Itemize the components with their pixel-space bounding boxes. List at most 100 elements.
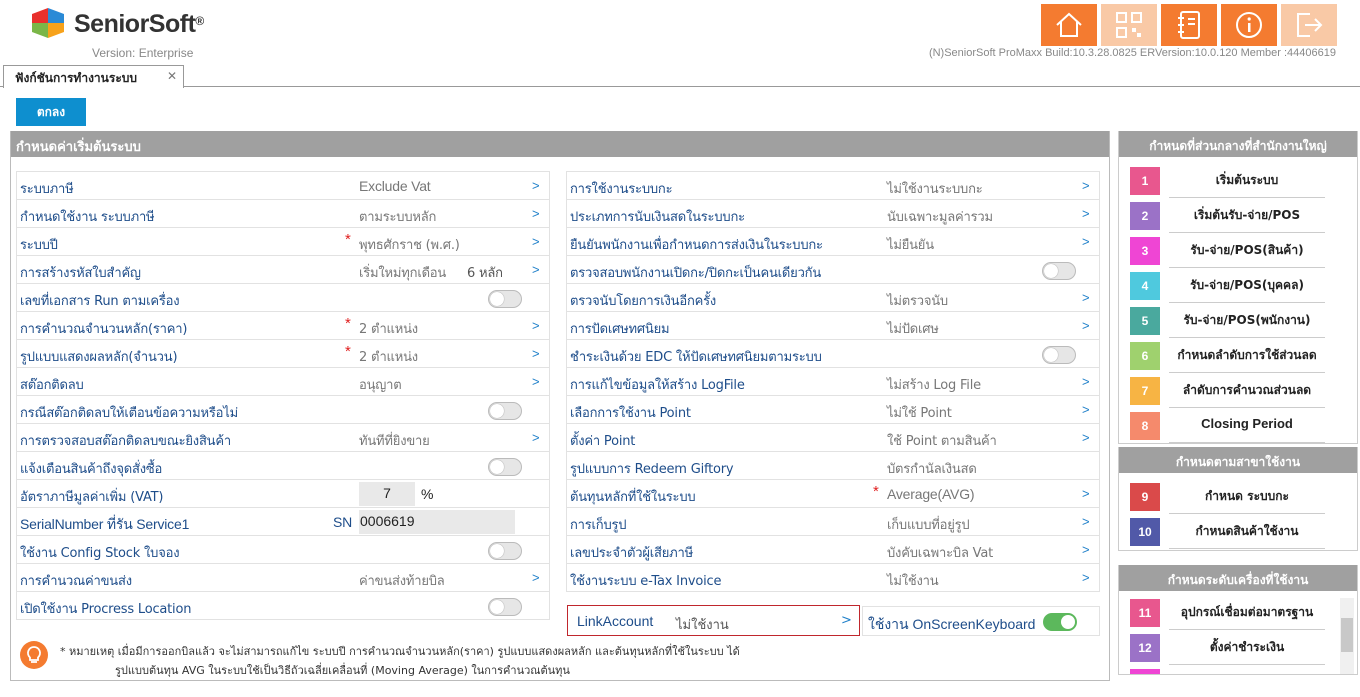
left-row[interactable]: SerialNumber ที่รัน Service1 SN 0006619 <box>16 507 550 536</box>
settings-column-left: ระบบภาษี Exclude Vat > กำหนดใช้งาน ระบบภาษี… <box>16 171 550 620</box>
side-menu-item[interactable]: 4 รับ-จ่าย/POS(บุคคล) <box>1119 268 1357 303</box>
branch-settings-title: กำหนดตามสาขาใช้งาน <box>1119 447 1357 473</box>
toggle-switch[interactable] <box>488 290 522 308</box>
side-menu-label: เริ่มต้นระบบ <box>1169 171 1325 198</box>
chevron-right-icon: > <box>532 374 540 389</box>
left-row[interactable]: เปิดใช้งาน Procress Location <box>16 591 550 620</box>
side-menu-item[interactable]: 6 กำหนดลำดับการใช้ส่วนลด <box>1119 338 1357 373</box>
tab-label: ฟังก์ชันการทำงานระบบ <box>15 71 137 85</box>
left-row[interactable]: การสร้างรหัสใบสำคัญ เริ่มใหม่ทุกเดือน 6 หล… <box>16 255 550 284</box>
left-row[interactable]: แจ้งเตือนสินค้าถึงจุดสั่งซื้อ <box>16 451 550 480</box>
close-icon[interactable]: ✕ <box>167 69 177 83</box>
toggle-switch[interactable] <box>1042 262 1076 280</box>
left-row[interactable]: สต๊อกติดลบ อนุญาต > <box>16 367 550 396</box>
left-row[interactable]: กรณีสต๊อกติดลบให้เตือนข้อความหรือไม่ <box>16 395 550 424</box>
tab-system-functions[interactable]: ฟังก์ชันการทำงานระบบ ✕ <box>3 65 184 88</box>
side-menu-item[interactable]: 10 กำหนดสินค้าใช้งาน <box>1119 514 1357 549</box>
setting-label: การคำนวณค่าขนส่ง <box>20 574 132 589</box>
left-row[interactable]: การคำนวณค่าขนส่ง ค่าขนส่งท้ายบิล > <box>16 563 550 592</box>
onscreen-keyboard-row: ใช้งาน OnScreenKeyboard <box>862 606 1100 636</box>
setting-label: เลือกการใช้งาน Point <box>570 406 691 421</box>
toggle-switch[interactable] <box>488 598 522 616</box>
left-row[interactable]: ใช้งาน Config Stock ใบจอง <box>16 535 550 564</box>
toggle-switch[interactable] <box>1042 346 1076 364</box>
step-number-badge: 10 <box>1130 518 1160 546</box>
panel-title: กำหนดค่าเริ่มต้นระบบ <box>11 131 1109 157</box>
side-menu-item[interactable]: 1 เริ่มต้นระบบ <box>1119 163 1357 198</box>
setting-value: ไม่ปัดเศษ <box>887 322 939 337</box>
setting-value: ไม่ยืนยัน <box>887 238 934 253</box>
scrollbar-thumb[interactable] <box>1341 618 1353 652</box>
setting-value: Exclude Vat <box>359 178 431 194</box>
right-row[interactable]: การแก้ไขข้อมูลให้สร้าง LogFile ไม่สร้าง L… <box>566 367 1100 396</box>
logout-button[interactable] <box>1281 4 1337 46</box>
side-menu-item[interactable]: 9 กำหนด ระบบกะ <box>1119 479 1357 514</box>
toggle-switch[interactable] <box>488 458 522 476</box>
side-menu-item[interactable]: 8 Closing Period <box>1119 408 1357 443</box>
right-row[interactable]: การใช้งานระบบกะ ไม่ใช้งานระบบกะ > <box>566 171 1100 200</box>
step-number-badge: 7 <box>1130 377 1160 405</box>
chevron-right-icon: > <box>1082 402 1090 417</box>
ok-button[interactable]: ตกลง <box>16 98 86 126</box>
side-menu-item[interactable]: 2 เริ่มต้นรับ-จ่าย/POS <box>1119 198 1357 233</box>
right-row[interactable]: การเก็บรูป เก็บแบบที่อยู่รูป > <box>566 507 1100 536</box>
setting-label: การเก็บรูป <box>570 518 627 533</box>
right-row[interactable]: ประเภทการนับเงินสดในระบบกะ นับเฉพาะมูลค่า… <box>566 199 1100 228</box>
serial-number-input[interactable]: 0006619 <box>359 510 515 534</box>
step-number-badge: 12 <box>1130 634 1160 662</box>
info-button[interactable] <box>1221 4 1277 46</box>
side-menu-item[interactable]: 5 รับ-จ่าย/POS(พนักงาน) <box>1119 303 1357 338</box>
side-menu-label: กำหนดสินค้าใช้งาน <box>1169 522 1325 549</box>
qr-code-button[interactable] <box>1101 4 1157 46</box>
step-number-badge: 1 <box>1130 167 1160 195</box>
right-row[interactable]: ต้นทุนหลักที่ใช้ในระบบ * Average(AVG) > <box>566 479 1100 508</box>
right-row[interactable]: เลขประจำตัวผู้เสียภาษี บังคับเฉพาะบิล Vat… <box>566 535 1100 564</box>
logout-icon <box>1297 13 1323 37</box>
left-row[interactable]: อัตราภาษีมูลค่าเพิ่ม (VAT) 7% <box>16 479 550 508</box>
side-menu-label: ลำดับการคำนวณส่วนลด <box>1169 381 1325 408</box>
right-row[interactable]: ตรวจสอบพนักงานเปิดกะ/ปิดกะเป็นคนเดียวกัน <box>566 255 1100 284</box>
left-row[interactable]: รูปแบบแสดงผลหลัก(จำนวน) * 2 ตำแหน่ง > <box>16 339 550 368</box>
toggle-switch[interactable] <box>488 542 522 560</box>
side-menu-item[interactable]: 7 ลำดับการคำนวณส่วนลด <box>1119 373 1357 408</box>
left-row[interactable]: ระบบปี * พุทธศักราช (พ.ศ.) > <box>16 227 550 256</box>
side-menu-item[interactable]: 3 รับ-จ่าย/POS(สินค้า) <box>1119 233 1357 268</box>
side-menu-label: รับ-จ่าย/POS(สินค้า) <box>1169 241 1325 268</box>
left-row[interactable]: ระบบภาษี Exclude Vat > <box>16 171 550 200</box>
right-row[interactable]: การปัดเศษทศนิยม ไม่ปัดเศษ > <box>566 311 1100 340</box>
left-row[interactable]: การคำนวณจำนวนหลัก(ราคา) * 2 ตำแหน่ง > <box>16 311 550 340</box>
right-row[interactable]: เลือกการใช้งาน Point ไม่ใช้ Point > <box>566 395 1100 424</box>
setting-label: กรณีสต๊อกติดลบให้เตือนข้อความหรือไม่ <box>20 406 238 421</box>
onscreen-keyboard-toggle[interactable] <box>1043 613 1077 631</box>
vat-rate-input[interactable]: 7 <box>359 482 415 506</box>
right-row[interactable]: ยืนยันพนักงานเพื่อกำหนดการส่งเงินในระบบก… <box>566 227 1100 256</box>
side-menu-item[interactable] <box>1119 665 1357 674</box>
chevron-right-icon: > <box>1082 374 1090 389</box>
link-account-row[interactable]: LinkAccount ไม่ใช้งาน > <box>567 605 860 636</box>
unit-label: % <box>421 486 434 502</box>
left-row[interactable]: เลขที่เอกสาร Run ตามเครื่อง <box>16 283 550 312</box>
side-menu-label: รับ-จ่าย/POS(บุคคล) <box>1169 276 1325 303</box>
scrollbar[interactable] <box>1340 598 1354 674</box>
setting-label: ยืนยันพนักงานเพื่อกำหนดการส่งเงินในระบบก… <box>570 238 823 253</box>
notebook-button[interactable] <box>1161 4 1217 46</box>
side-menu-item[interactable]: 12 ตั้งค่าชำระเงิน <box>1119 630 1357 665</box>
right-row[interactable]: ตรวจนับโดยการเงินอีกครั้ง ไม่ตรวจนับ > <box>566 283 1100 312</box>
left-row[interactable]: การตรวจสอบสต๊อกติดลบขณะยิงสินค้า ทันทีที่… <box>16 423 550 452</box>
chevron-right-icon: > <box>532 262 540 277</box>
left-row[interactable]: กำหนดใช้งาน ระบบภาษี ตามระบบหลัก > <box>16 199 550 228</box>
side-menu-item[interactable]: 11 อุปกรณ์เชื่อมต่อมาตรฐาน <box>1119 595 1357 630</box>
right-row[interactable]: ชำระเงินด้วย EDC ให้ปัดเศษทศนิยมตามระบบ <box>566 339 1100 368</box>
required-marker: * <box>345 315 351 332</box>
right-row[interactable]: ใช้งานระบบ e-Tax Invoice ไม่ใช้งาน > <box>566 563 1100 592</box>
home-icon <box>1056 12 1082 37</box>
setting-value: อนุญาต <box>359 378 402 393</box>
setting-label: ตรวจนับโดยการเงินอีกครั้ง <box>570 294 717 309</box>
setting-value: นับเฉพาะมูลค่ารวม <box>887 210 993 225</box>
right-row[interactable]: ตั้งค่า Point ใช้ Point ตามสินค้า > <box>566 423 1100 452</box>
step-number-badge: 6 <box>1130 342 1160 370</box>
toggle-switch[interactable] <box>488 402 522 420</box>
home-button[interactable] <box>1041 4 1097 46</box>
setting-value: เก็บแบบที่อยู่รูป <box>887 518 970 533</box>
side-menu-label: กำหนดลำดับการใช้ส่วนลด <box>1169 346 1325 373</box>
